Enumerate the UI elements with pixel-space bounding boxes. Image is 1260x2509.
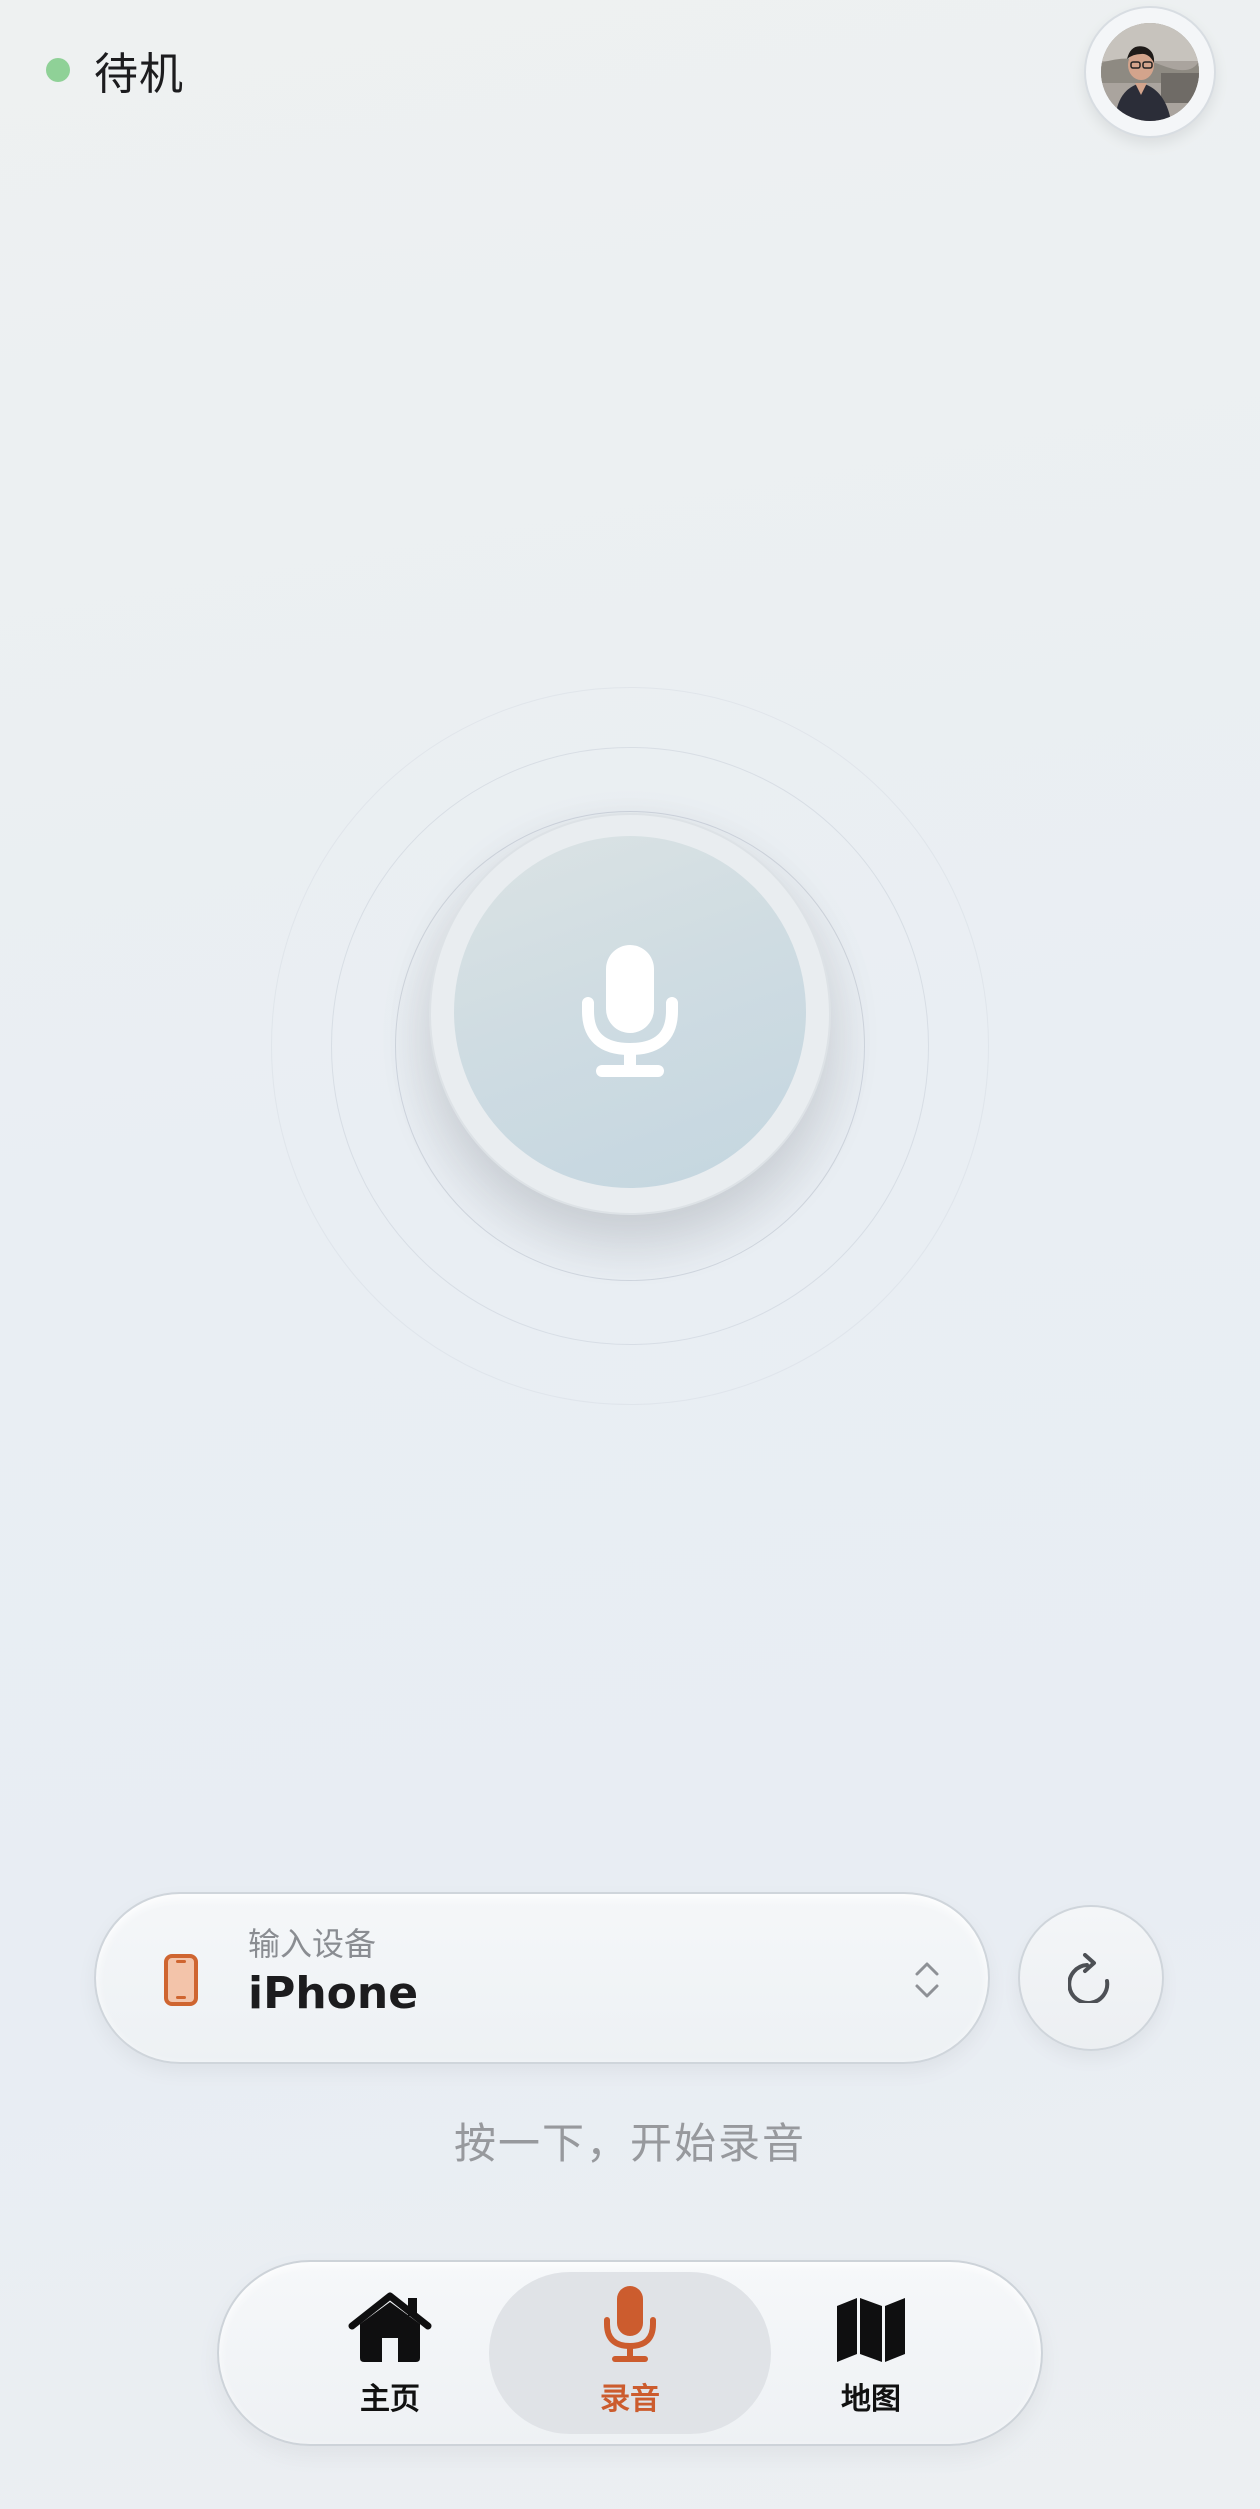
phone-icon — [164, 1954, 198, 2006]
avatar — [1101, 23, 1199, 121]
tab-record[interactable]: 录音 — [489, 2272, 771, 2434]
microphone-icon — [604, 2286, 656, 2362]
status-indicator: 待机 — [46, 40, 184, 100]
bottom-tab-bar: 主页 录音 地图 — [217, 2260, 1043, 2446]
status-dot — [46, 58, 70, 82]
chevron-up-down-icon — [915, 1962, 939, 1998]
map-icon — [837, 2298, 905, 2362]
tab-map[interactable]: 地图 — [761, 2272, 981, 2434]
status-text: 待机 — [94, 49, 184, 100]
record-button[interactable] — [454, 836, 806, 1188]
tab-record-label: 录音 — [600, 2382, 660, 2417]
tab-home[interactable]: 主页 — [275, 2272, 505, 2434]
device-text: 输入设备 iPhone — [248, 1924, 418, 2022]
microphone-icon — [582, 945, 678, 1077]
device-name: iPhone — [248, 1968, 419, 2019]
input-device-selector[interactable]: 输入设备 iPhone — [94, 1892, 990, 2064]
device-label: 输入设备 — [248, 1925, 377, 1963]
record-hint: 按一下，开始录音 — [453, 2119, 806, 2168]
home-icon — [348, 2292, 432, 2362]
refresh-button[interactable] — [1018, 1905, 1164, 2051]
tab-map-label: 地图 — [841, 2382, 901, 2417]
refresh-icon — [1068, 1953, 1110, 2003]
avatar-photo — [1101, 23, 1199, 121]
tab-home-label: 主页 — [360, 2382, 420, 2417]
avatar-button[interactable] — [1084, 6, 1216, 138]
